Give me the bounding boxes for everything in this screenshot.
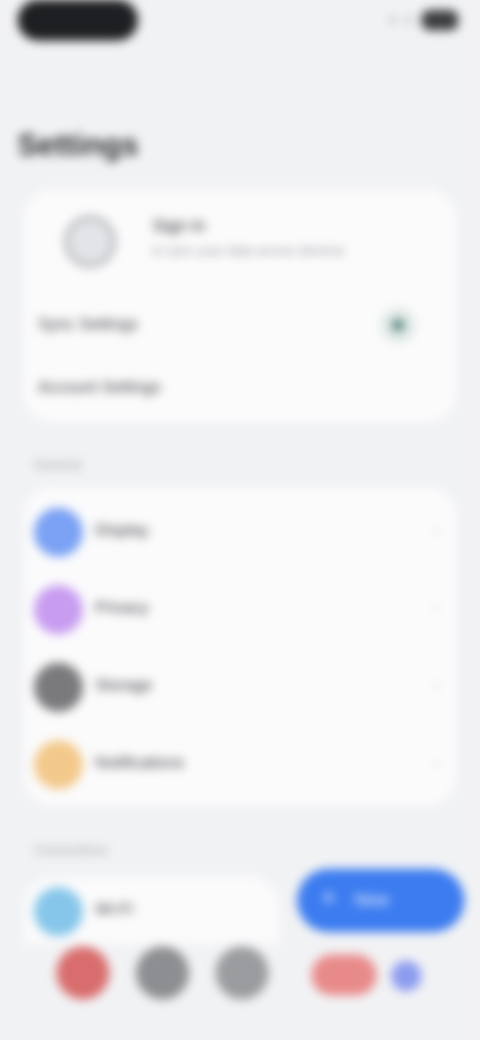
setting-item-notifications[interactable]: Notifications › [24,734,456,795]
battery-icon [421,10,459,31]
account-card: Sign in to sync your data across devices… [23,189,457,423]
chevron-right-icon: › [433,597,440,618]
setting-label: Notifications [95,754,185,772]
phone-icon[interactable] [390,960,422,992]
sync-icon[interactable] [380,307,416,343]
app-dock [36,946,444,1017]
setting-label: Privacy [95,599,149,617]
status-bar [0,0,480,55]
setting-item-display[interactable]: Display › [24,502,456,563]
section-label-connections: Connections [33,842,108,858]
gallery-icon[interactable] [56,946,110,1000]
account-subtitle: to sync your data across devices [152,242,345,258]
setting-item-wifi[interactable]: Wi-Fi [24,881,279,942]
account-name: Sign in [152,216,206,236]
chevron-right-icon: › [433,752,440,773]
setting-label: Storage [95,677,153,695]
notifications-icon [33,740,83,790]
privacy-icon [33,585,83,635]
signal-icon [388,16,398,25]
chevron-right-icon: › [433,520,440,541]
connections-list: Wi-Fi [23,877,279,945]
avatar [64,216,116,268]
display-icon [33,507,83,557]
camera-icon[interactable] [135,946,190,1000]
account-settings-label: Account Settings [38,379,161,397]
page-title: Settings [17,128,139,162]
new-button[interactable]: + New [297,868,465,933]
new-button-label: New [354,890,389,910]
status-time-pill [17,0,139,41]
setting-label: Display [95,522,149,540]
storage-icon [33,662,83,712]
section-label-general: General [33,456,82,473]
setting-item-storage[interactable]: Storage › [24,657,456,718]
sync-settings-row[interactable]: Sync Settings [38,304,442,349]
plus-icon: + [321,884,336,912]
screen: Settings Sign in to sync your data acros… [0,0,480,1040]
status-indicators [388,10,459,31]
account-row[interactable]: Sign in to sync your data across devices [44,212,436,269]
wifi-icon [33,887,83,937]
setting-item-privacy[interactable]: Privacy › [24,579,456,640]
account-settings-row[interactable]: Account Settings [38,367,442,412]
wifi-status-icon [405,16,414,25]
chevron-right-icon: › [433,675,440,696]
sync-settings-label: Sync Settings [38,316,138,334]
settings-icon[interactable] [215,946,269,1000]
messages-icon[interactable] [311,954,377,996]
setting-label: Wi-Fi [95,901,134,919]
settings-list: Display › Privacy › Storage › Notificati… [23,487,457,806]
